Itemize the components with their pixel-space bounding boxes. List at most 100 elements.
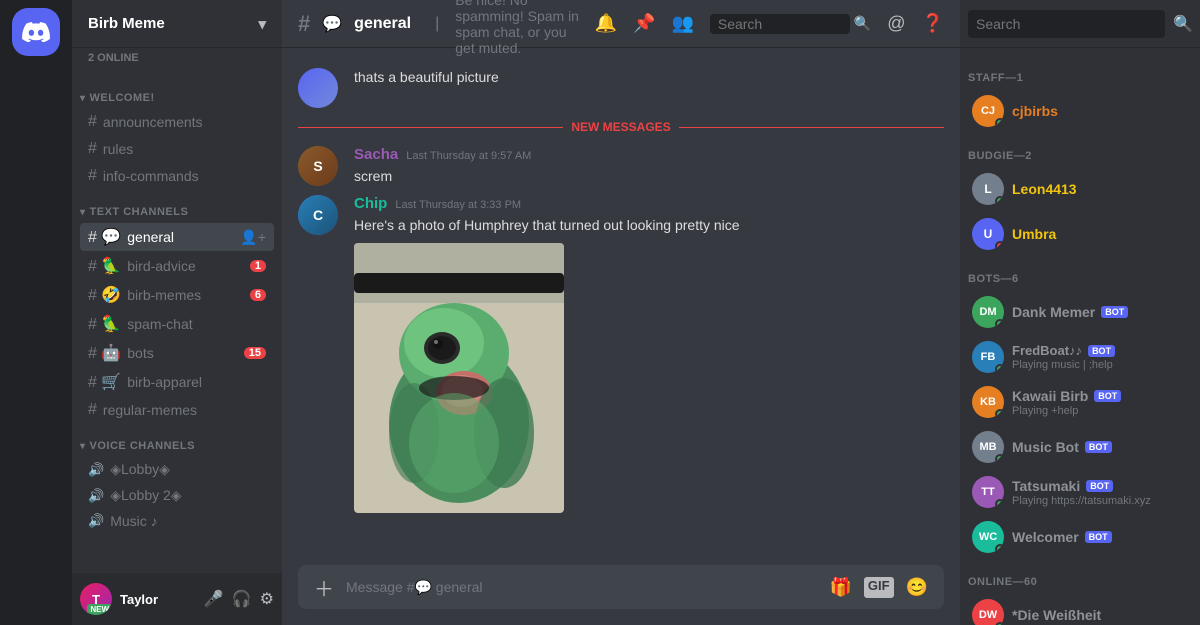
member-info: Welcomer BOT [1012, 529, 1188, 545]
category-voice-channels[interactable]: ▾ VOICE CHANNELS [72, 424, 282, 456]
help-icon[interactable]: ❓ [922, 13, 944, 34]
hash-icon: # 🦜 [88, 314, 121, 334]
arrow-icon: ▾ [80, 93, 86, 104]
member-category-budgie: BUDGIE—2 [960, 134, 1200, 166]
member-welcomer[interactable]: WC Welcomer BOT [964, 515, 1196, 559]
member-fredboat[interactable]: FB FredBoat♪♪ BOT Playing music | ;help [964, 335, 1196, 379]
chat-header: # 💬 general | Be nice! No spamming! Spam… [282, 0, 960, 48]
search-bar: 🔍 @ ❓ [960, 0, 1200, 48]
channel-music[interactable]: 🔊 Music ♪ [80, 509, 274, 533]
volume-icon: 🔊 [88, 462, 104, 478]
search-input[interactable] [968, 10, 1165, 38]
at-icon[interactable]: @ [887, 13, 905, 34]
message-username[interactable]: Sacha [354, 146, 398, 163]
member-avatar: KB [972, 386, 1004, 418]
channels-list: ▾ WELCOME! # announcements # rules # inf… [72, 68, 282, 573]
member-sub-status: Playing +help [1012, 405, 1188, 417]
header-search-input[interactable] [710, 14, 850, 34]
plus-icon[interactable]: ＋ [314, 573, 334, 602]
user-panel: T NEW Taylor 🎤 🎧 ⚙ [72, 573, 282, 625]
message-timestamp: Last Thursday at 9:57 AM [406, 150, 531, 162]
unread-badge: 1 [250, 260, 266, 272]
member-avatar: L [972, 173, 1004, 205]
message-text: Here's a photo of Humphrey that turned o… [354, 216, 944, 236]
search-icon[interactable]: 🔍 [1173, 14, 1193, 34]
message-text: thats a beautiful picture [354, 68, 944, 88]
channel-lobby2[interactable]: 🔊 ◈Lobby 2◈ [80, 483, 274, 508]
member-name: Music Bot BOT [1012, 439, 1188, 455]
member-dank-memer[interactable]: DM Dank Memer BOT [964, 290, 1196, 334]
messages-area: thats a beautiful picture NEW MESSAGES S… [282, 48, 960, 565]
member-name: Tatsumaki BOT [1012, 478, 1188, 494]
server-icon-birb-meme[interactable] [12, 8, 60, 56]
hash-icon: # 🛒 [88, 372, 121, 392]
channel-regular-memes[interactable]: # regular-memes [80, 397, 274, 423]
status-indicator [995, 499, 1004, 508]
main-chat: # 💬 general | Be nice! No spamming! Spam… [282, 0, 960, 625]
new-messages-label: NEW MESSAGES [571, 120, 670, 134]
gift-icon[interactable]: 🎁 [829, 577, 851, 598]
add-user-icon[interactable]: 👤+ [240, 229, 266, 246]
channel-general[interactable]: # 💬 general 👤+ [80, 223, 274, 251]
bot-badge: BOT [1088, 345, 1115, 357]
channel-sidebar: Birb Meme ▾ 2 ONLINE ▾ WELCOME! # announ… [72, 0, 282, 625]
settings-icon[interactable]: ⚙ [260, 589, 274, 609]
channel-bots[interactable]: # 🤖 bots 15 [80, 339, 274, 367]
bell-icon[interactable]: 🔔 [595, 13, 617, 34]
member-kawaii-birb[interactable]: KB Kawaii Birb BOT Playing +help [964, 380, 1196, 424]
volume-icon: 🔊 [88, 513, 104, 529]
channel-lobby[interactable]: 🔊 ◈Lobby◈ [80, 457, 274, 482]
chat-input-icons: 🎁 GIF 😊 [829, 577, 928, 598]
category-welcome[interactable]: ▾ WELCOME! [72, 76, 282, 108]
search-icon[interactable]: 🔍 [710, 14, 871, 34]
hash-icon: # [88, 140, 97, 158]
status-indicator [995, 118, 1004, 127]
channel-birb-apparel[interactable]: # 🛒 birb-apparel [80, 368, 274, 396]
member-tatsumaki[interactable]: TT Tatsumaki BOT Playing https://tatsuma… [964, 470, 1196, 514]
emoji-icon[interactable]: 😊 [906, 577, 928, 598]
chat-input-wrapper: ＋ 🎁 GIF 😊 [298, 565, 944, 609]
divider: | [435, 15, 439, 33]
user-panel-icons: 🎤 🎧 ⚙ [204, 589, 274, 609]
member-leon4413[interactable]: L Leon4413 [964, 167, 1196, 211]
server-name-bar[interactable]: Birb Meme ▾ [72, 0, 282, 48]
chat-icon: 💬 [322, 14, 342, 34]
status-indicator [995, 319, 1004, 328]
member-category-staff: STAFF—1 [960, 56, 1200, 88]
bot-badge: BOT [1086, 480, 1113, 492]
headset-icon[interactable]: 🎧 [232, 589, 252, 609]
member-info: cjbirbs [1012, 103, 1188, 119]
member-info: FredBoat♪♪ BOT Playing music | ;help [1012, 343, 1188, 371]
member-umbra[interactable]: U Umbra [964, 212, 1196, 256]
new-messages-line [298, 127, 563, 128]
channel-rules[interactable]: # rules [80, 136, 274, 162]
category-text-channels[interactable]: ▾ TEXT CHANNELS [72, 190, 282, 222]
app-container: Birb Meme ▾ 2 ONLINE ▾ WELCOME! # announ… [0, 0, 1200, 625]
bot-badge: BOT [1094, 390, 1121, 402]
message-input[interactable] [346, 579, 829, 595]
message-row: thats a beautiful picture [282, 64, 960, 112]
channel-announcements[interactable]: # announcements [80, 109, 274, 135]
member-cjbirbs[interactable]: CJ cjbirbs [964, 89, 1196, 133]
server-name: Birb Meme [88, 15, 165, 32]
member-die-weissheit[interactable]: DW *Die Weißheit [964, 593, 1196, 625]
message-username[interactable]: Chip [354, 195, 387, 212]
member-music-bot[interactable]: MB Music Bot BOT [964, 425, 1196, 469]
gif-icon[interactable]: GIF [864, 577, 894, 598]
member-info: Kawaii Birb BOT Playing +help [1012, 388, 1188, 417]
channel-info-commands[interactable]: # info-commands [80, 163, 274, 189]
channel-spam-chat[interactable]: # 🦜 spam-chat [80, 310, 274, 338]
status-indicator [995, 454, 1004, 463]
message-avatar: S [298, 146, 338, 186]
member-category-online: ONLINE—60 [960, 560, 1200, 592]
channel-bird-advice[interactable]: # 🦜 bird-advice 1 [80, 252, 274, 280]
message-header: Chip Last Thursday at 3:33 PM [354, 195, 944, 212]
chat-input-area: ＋ 🎁 GIF 😊 [282, 565, 960, 625]
right-sidebar: 🔍 @ ❓ STAFF—1 CJ cjbirbs BUDGIE—2 [960, 0, 1200, 625]
member-info: Dank Memer BOT [1012, 304, 1188, 320]
members-icon[interactable]: 👥 [671, 13, 693, 34]
microphone-icon[interactable]: 🎤 [204, 589, 224, 609]
message-header: Sacha Last Thursday at 9:57 AM [354, 146, 944, 163]
pin-icon[interactable]: 📌 [633, 13, 655, 34]
channel-birb-memes[interactable]: # 🤣 birb-memes 6 [80, 281, 274, 309]
